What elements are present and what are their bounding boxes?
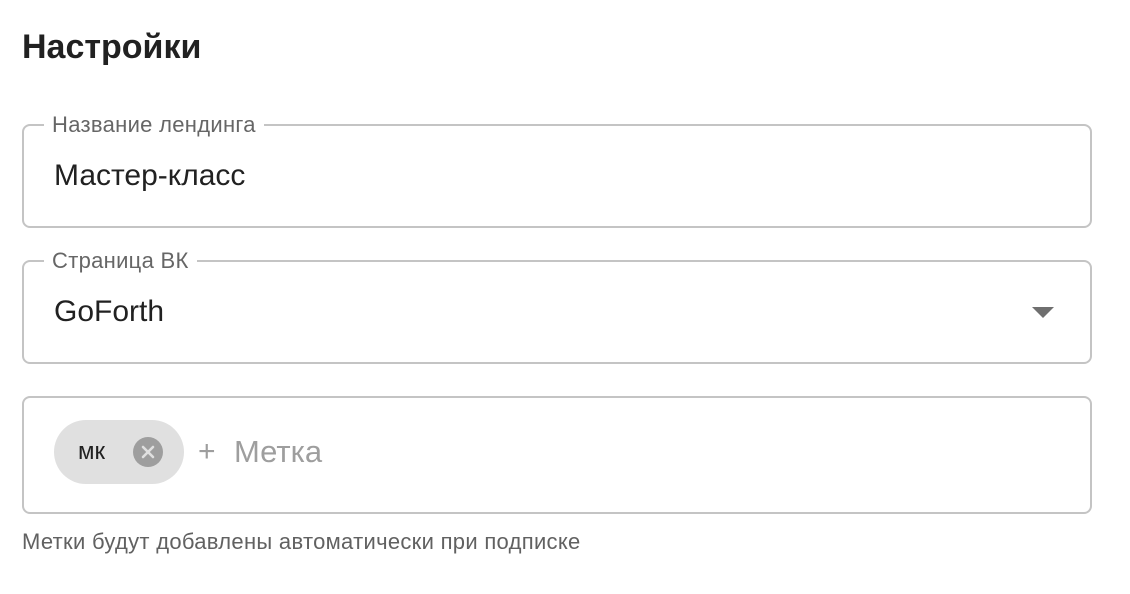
tag-chip-label: мк — [78, 438, 105, 465]
tags-helper-text: Метки будут добавлены автоматически при … — [22, 529, 581, 554]
vk-page-select[interactable]: Страница ВК GoForth — [22, 247, 1092, 364]
close-circle-icon[interactable] — [133, 437, 163, 467]
page-title: Настройки — [22, 28, 202, 66]
arrow-drop-down-icon[interactable] — [1032, 307, 1054, 318]
tag-chip[interactable]: мк — [54, 420, 184, 484]
tags-field[interactable]: мк + — [22, 396, 1092, 514]
landing-name-field[interactable]: Название лендинга Мастер-класс — [22, 111, 1092, 228]
vk-page-selected-value[interactable]: GoForth — [54, 294, 164, 330]
landing-name-value[interactable]: Мастер-класс — [54, 158, 245, 194]
tag-input-wrapper[interactable]: + — [198, 420, 1058, 484]
landing-name-label: Название лендинга — [44, 111, 264, 139]
vk-page-label: Страница ВК — [44, 247, 197, 275]
tag-input[interactable] — [234, 434, 1034, 470]
plus-icon: + — [198, 435, 216, 468]
